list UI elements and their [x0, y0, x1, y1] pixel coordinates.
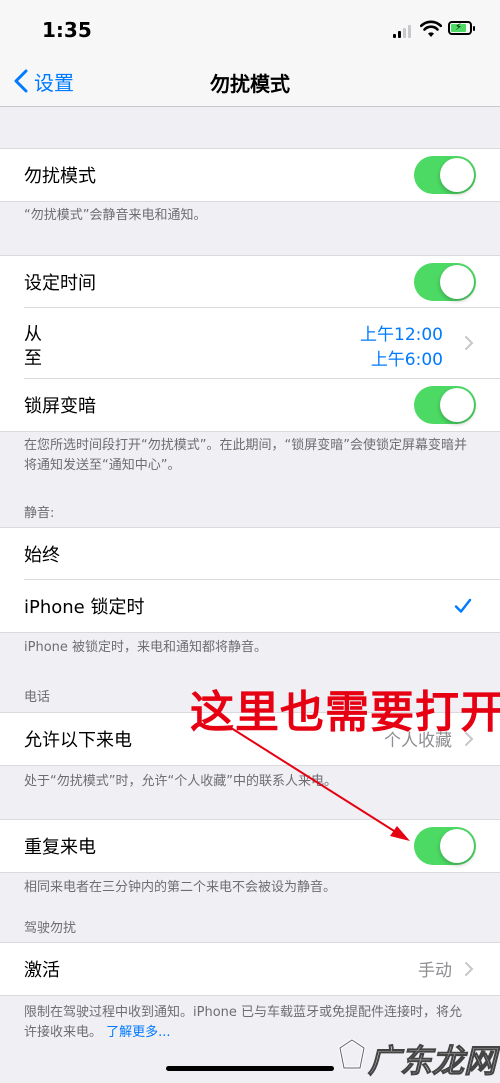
dim-lock-screen-label: 锁屏变暗: [24, 395, 96, 417]
silence-locked-row[interactable]: iPhone 锁定时: [0, 580, 500, 631]
dnd-label: 勿扰模式: [24, 165, 96, 187]
schedule-toggle[interactable]: [414, 262, 476, 301]
driving-activate-row[interactable]: 激活 手动: [0, 943, 500, 994]
home-indicator[interactable]: [166, 1066, 334, 1071]
schedule-label: 设定时间: [24, 272, 96, 294]
driving-activate-value: 手动: [418, 961, 452, 981]
silence-footer: iPhone 被锁定时，来电和通知都将静音。: [24, 640, 268, 655]
silence-locked-label: iPhone 锁定时: [24, 596, 145, 618]
driving-activate-label: 激活: [24, 959, 60, 981]
from-time-value: 上午12:00: [360, 325, 443, 345]
repeat-calls-toggle[interactable]: [414, 826, 476, 865]
to-time-value: 上午6:00: [370, 350, 443, 370]
repeat-calls-footer: 相同来电者在三分钟内的第二个来电不会被设为静音。: [24, 880, 337, 895]
driving-header: 驾驶勿扰: [24, 921, 77, 936]
repeat-calls-label: 重复来电: [24, 836, 96, 858]
watermark-logo-icon: [338, 1038, 366, 1070]
annotation-arrow-icon: [227, 725, 410, 841]
status-time: 1:35: [42, 18, 92, 42]
watermark: 广东龙网: [338, 1030, 498, 1081]
learn-more-link[interactable]: 了解更多...: [106, 1025, 170, 1040]
dnd-footer: “勿扰模式”会静音来电和通知。: [24, 208, 207, 223]
dim-lock-screen-row: 锁屏变暗: [0, 379, 500, 430]
dim-lock-screen-toggle[interactable]: [414, 385, 476, 424]
page-title: 勿扰模式: [210, 72, 290, 96]
dnd-row: 勿扰模式: [0, 149, 500, 200]
to-label: 至: [24, 348, 42, 369]
status-bar: 1:35 ⚡: [0, 0, 500, 58]
wifi-icon: [420, 20, 442, 37]
chevron-right-icon: [465, 336, 474, 350]
battery-charging-icon: ⚡: [448, 21, 475, 35]
checkmark-icon: [454, 598, 472, 613]
watermark-text: 广东龙网: [367, 1042, 497, 1081]
dnd-toggle[interactable]: [414, 155, 476, 194]
cellular-signal-icon: [393, 24, 415, 38]
schedule-time-row[interactable]: 从 至 上午12:00 上午6:00: [0, 308, 500, 378]
chevron-right-icon: [465, 961, 474, 976]
schedule-row: 设定时间: [0, 256, 500, 307]
from-label: 从: [24, 324, 42, 345]
phone-header: 电话: [24, 690, 51, 705]
navigation-bar: 设置 勿扰模式: [0, 58, 500, 107]
schedule-footer: 在您所选时间段打开“勿扰模式”。在此期间，“锁屏变暗”会使锁定屏幕变暗并将通知发…: [24, 438, 467, 473]
allow-calls-label: 允许以下来电: [24, 729, 132, 751]
silence-always-label: 始终: [24, 544, 60, 566]
silence-always-row[interactable]: 始终: [0, 528, 500, 579]
silence-header: 静音:: [24, 506, 55, 521]
